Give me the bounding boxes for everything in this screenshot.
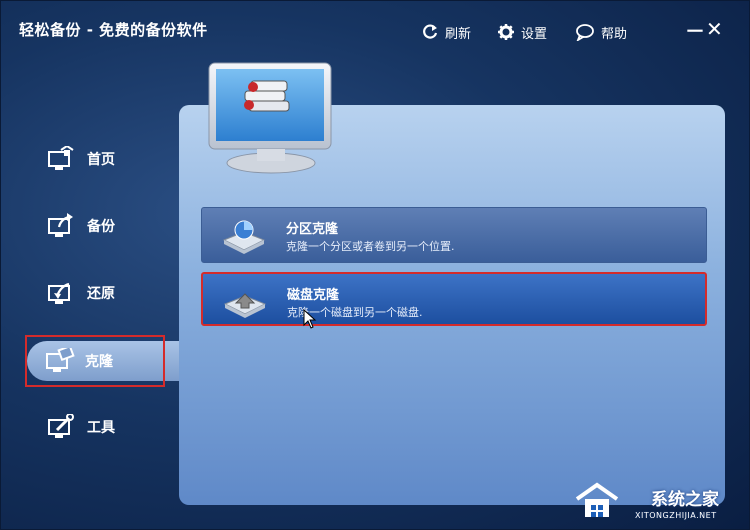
sidebar-item-label: 备份	[87, 219, 115, 235]
refresh-icon	[423, 24, 438, 39]
sidebar-item-backup[interactable]: 备份	[47, 208, 167, 244]
monitor-disk-icon	[208, 62, 332, 174]
sidebar-item-label: 还原	[87, 286, 115, 302]
help-button[interactable]: 帮助	[575, 21, 627, 43]
home-icon	[48, 146, 74, 170]
title-bar: 轻松备份 - 免费的备份软件 刷新 设置 帮助 － ✕	[1, 1, 749, 61]
refresh-button[interactable]: 刷新	[421, 21, 471, 43]
highlight-box-clone	[25, 335, 165, 387]
help-label: 帮助	[601, 26, 628, 42]
close-button[interactable]: ✕	[706, 17, 723, 41]
tools-icon	[48, 414, 74, 438]
sidebar-item-restore[interactable]: 还原	[47, 275, 167, 311]
disk-clone-icon	[223, 293, 267, 318]
disk-clone-option[interactable]: 磁盘克隆 克隆一个磁盘到另一个磁盘.	[201, 272, 707, 326]
partition-clone-option[interactable]: 分区克隆 克隆一个分区或者卷到另一个位置.	[201, 207, 707, 263]
option-description: 克隆一个分区或者卷到另一个位置.	[286, 240, 455, 253]
gear-icon	[498, 24, 514, 40]
settings-label: 设置	[521, 26, 548, 42]
help-chat-icon	[576, 24, 594, 41]
mouse-cursor-icon	[303, 309, 317, 329]
watermark-url: XITONGZHIJIA.NET	[635, 511, 717, 520]
sidebar-item-label: 首页	[87, 152, 115, 168]
option-title: 磁盘克隆	[287, 288, 340, 303]
watermark-text: 系统之家	[651, 490, 719, 510]
sidebar-item-label: 工具	[87, 420, 115, 436]
backup-icon	[48, 213, 73, 237]
sidebar-item-home[interactable]: 首页	[47, 141, 167, 177]
sidebar-item-tools[interactable]: 工具	[47, 409, 167, 445]
app-title: 轻松备份 - 免费的备份软件	[19, 21, 208, 39]
refresh-label: 刷新	[445, 26, 472, 42]
restore-icon	[48, 282, 70, 304]
option-title: 分区克隆	[286, 222, 339, 237]
settings-button[interactable]: 设置	[497, 21, 547, 43]
partition-clone-icon	[222, 220, 266, 254]
minimize-button[interactable]: －	[685, 15, 705, 44]
app-window: 轻松备份 - 免费的备份软件 刷新 设置 帮助 － ✕ 首页 备份 还原 克隆 …	[0, 0, 750, 530]
